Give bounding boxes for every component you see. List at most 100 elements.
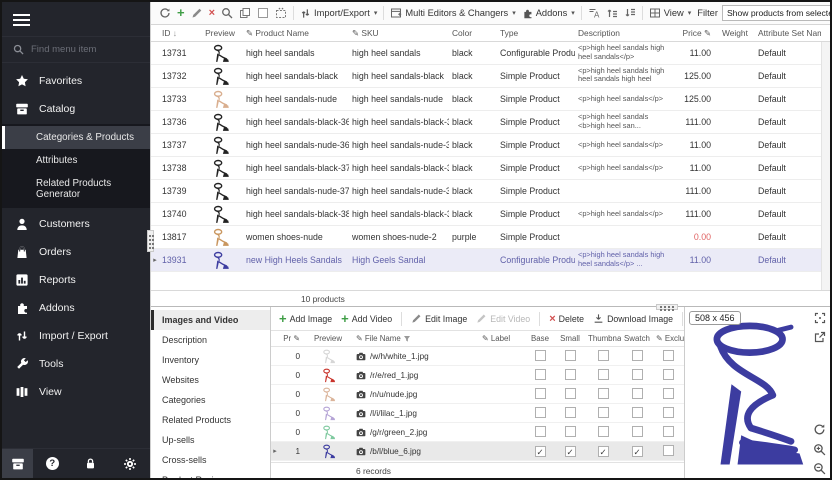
footer-catalog-button[interactable] (2, 449, 33, 478)
checkbox[interactable]: ✓ (535, 446, 546, 457)
checkbox[interactable] (565, 388, 576, 399)
lock-icon[interactable] (84, 457, 97, 470)
select-options-button[interactable] (272, 5, 290, 21)
column-header-id[interactable]: ID ↓ (159, 28, 197, 38)
tab-product-reviews[interactable]: Product Reviews (151, 470, 270, 480)
add-image-button[interactable]: +Add Image (276, 312, 335, 326)
product-row[interactable]: 13737 high heel sandals-nude-36 high hee… (151, 134, 821, 157)
image-row[interactable]: 0 /l/i/lilac_1.jpg (271, 404, 684, 423)
checkbox[interactable] (565, 426, 576, 437)
checkbox[interactable] (632, 388, 643, 399)
column-header-type[interactable]: Type (497, 28, 575, 38)
column-header-product-name[interactable]: ✎ Product Name (243, 28, 349, 38)
fullscreen-icon[interactable] (814, 312, 826, 324)
sidebar-item-attributes[interactable]: Attributes (2, 149, 150, 172)
lookup-button[interactable] (218, 5, 236, 21)
column-header-description[interactable]: Description (575, 28, 673, 38)
product-row[interactable]: 13739 high heel sandals-nude-37 high hee… (151, 180, 821, 203)
add-video-button[interactable]: +Add Video (338, 312, 395, 326)
sidebar-item-reports[interactable]: Reports (2, 266, 150, 294)
refresh-button[interactable] (156, 5, 174, 21)
translate-button[interactable]: A (585, 5, 603, 21)
edit-image-button[interactable]: Edit Image (408, 311, 470, 326)
checkbox[interactable] (632, 407, 643, 418)
product-row[interactable]: 13733 high heel sandals-nude high heel s… (151, 88, 821, 111)
image-row[interactable]: 0 /g/r/green_2.jpg (271, 423, 684, 442)
sidebar-item-tools[interactable]: Tools (2, 350, 150, 378)
tab-up-sells[interactable]: Up-sells (151, 430, 270, 450)
tab-cross-sells[interactable]: Cross-sells (151, 450, 270, 470)
category-filter-select[interactable]: Show products from selected categories ▾ (722, 5, 832, 21)
checkbox[interactable]: ✓ (598, 446, 609, 457)
product-row[interactable]: 13738 high heel sandals-black-37 high he… (151, 157, 821, 180)
product-row[interactable]: 13736 high heel sandals-black-36 high he… (151, 111, 821, 134)
external-link-icon[interactable] (814, 331, 826, 343)
checkbox[interactable] (663, 369, 674, 380)
delete-product-button[interactable]: × (206, 6, 218, 20)
panel-splitter-handle[interactable] (656, 304, 678, 310)
column-header-attribute-set[interactable]: Attribute Set Name (755, 28, 821, 38)
checkbox[interactable] (663, 426, 674, 437)
column-header-color[interactable]: Color (449, 28, 497, 38)
image-row[interactable]: 0 /r/e/red_1.jpg (271, 366, 684, 385)
tab-inventory[interactable]: Inventory (151, 350, 270, 370)
checkbox[interactable] (535, 407, 546, 418)
edit-video-button[interactable]: Edit Video (473, 311, 533, 326)
checkbox[interactable] (565, 369, 576, 380)
zoom-in-icon[interactable] (813, 443, 826, 456)
collapse-rows-button[interactable] (621, 5, 639, 21)
checkbox[interactable] (632, 369, 643, 380)
checkbox[interactable] (598, 407, 609, 418)
column-header-exclude[interactable]: ✎ Exclude (653, 334, 684, 343)
addons-button[interactable]: Addons▾ (519, 6, 578, 21)
download-image-button[interactable]: Download Image (590, 311, 676, 326)
column-header-weight[interactable]: Weight (719, 28, 755, 38)
column-header-thumbnail[interactable]: Thumbna (585, 334, 621, 343)
product-row[interactable]: 13732 high heel sandals-black high heel … (151, 65, 821, 88)
product-row[interactable]: 13817 women shoes-nude women shoes-nude-… (151, 226, 821, 249)
zoom-out-icon[interactable] (813, 462, 826, 475)
delete-image-button[interactable]: ×Delete (546, 312, 587, 326)
edit-product-button[interactable] (188, 5, 206, 21)
column-header-swatch[interactable]: Swatch (621, 334, 653, 343)
column-header-base[interactable]: Base (525, 334, 555, 343)
tab-description[interactable]: Description (151, 330, 270, 350)
sidebar-item-catalog[interactable]: Catalog (2, 95, 150, 123)
product-row[interactable]: ▸ 13931 new High Heels Sandals High Geel… (151, 249, 821, 272)
image-row[interactable]: 0 /w/h/white_1.jpg (271, 347, 684, 366)
checkbox[interactable] (632, 350, 643, 361)
column-header-small[interactable]: Small (555, 334, 585, 343)
image-row[interactable]: 0 /n/u/nude.jpg (271, 385, 684, 404)
tab-images-and-video[interactable]: Images and Video (151, 310, 270, 330)
checkbox[interactable] (535, 388, 546, 399)
tab-related-products[interactable]: Related Products (151, 410, 270, 430)
tab-categories[interactable]: Categories (151, 390, 270, 410)
sidebar-item-categories-products[interactable]: Categories & Products (2, 126, 150, 149)
multi-editors-button[interactable]: Multi Editors & Changers▾ (387, 5, 518, 21)
checkbox[interactable] (535, 350, 546, 361)
duplicate-button[interactable] (236, 5, 254, 21)
sidebar-item-customers[interactable]: Customers (2, 210, 150, 238)
product-row[interactable]: 13731 high heel sandals high heel sandal… (151, 42, 821, 65)
sidebar-item-addons[interactable]: Addons (2, 294, 150, 322)
checkbox[interactable]: ✓ (632, 446, 643, 457)
sidebar-splitter-handle[interactable] (147, 230, 154, 252)
hamburger-menu-button[interactable] (2, 2, 150, 36)
checkbox[interactable] (663, 350, 674, 361)
help-icon[interactable]: ? (46, 457, 59, 470)
checkbox[interactable] (663, 388, 674, 399)
column-header-label[interactable]: ✎ Label (479, 334, 525, 343)
checkbox[interactable] (535, 426, 546, 437)
vertical-scrollbar[interactable] (821, 42, 830, 290)
column-header-price[interactable]: Price ✎ (673, 28, 719, 38)
checkbox[interactable]: ✓ (565, 446, 576, 457)
checkbox[interactable] (598, 350, 609, 361)
uncheck-all-button[interactable] (254, 5, 272, 21)
sidebar-item-related-products-generator[interactable]: Related Products Generator (2, 172, 150, 206)
tab-websites[interactable]: Websites (151, 370, 270, 390)
rotate-icon[interactable] (813, 423, 826, 436)
checkbox[interactable] (598, 369, 609, 380)
checkbox[interactable] (535, 369, 546, 380)
add-product-button[interactable]: + (174, 6, 188, 20)
expand-rows-button[interactable] (603, 5, 621, 21)
